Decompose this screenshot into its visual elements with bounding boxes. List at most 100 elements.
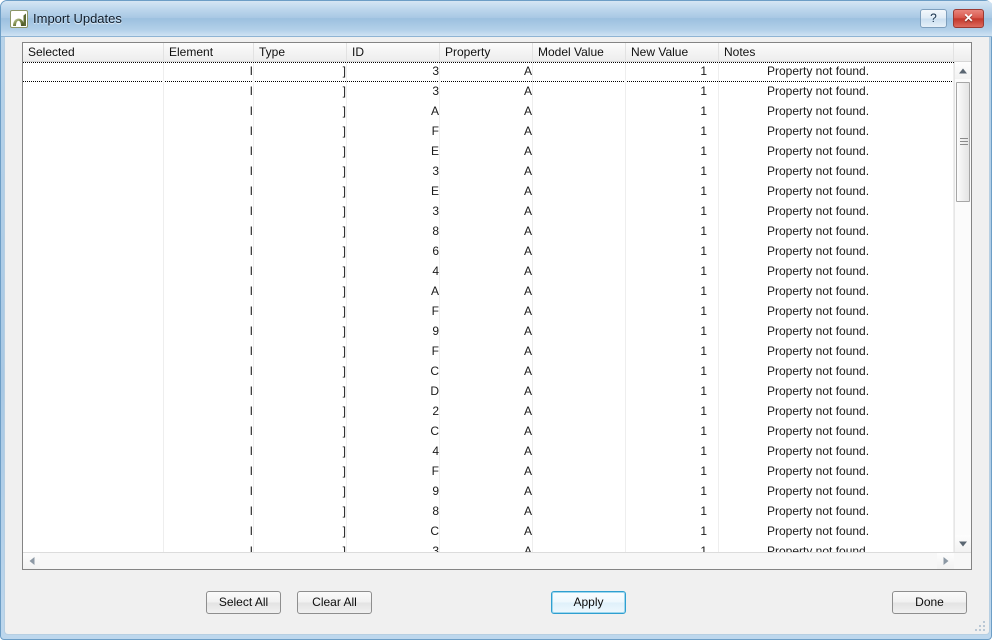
table-row[interactable]: I[EA1Property not found.: [23, 182, 954, 202]
cell-model_value[interactable]: [533, 222, 626, 242]
cell-element[interactable]: I: [164, 462, 254, 482]
vertical-scrollbar-thumb[interactable]: [956, 82, 970, 202]
cell-selected[interactable]: [23, 322, 164, 342]
cell-property[interactable]: A: [440, 542, 533, 552]
cell-id[interactable]: C: [347, 422, 440, 442]
scroll-right-arrow-icon[interactable]: [937, 553, 954, 569]
cell-new_value[interactable]: 1: [626, 402, 719, 422]
cell-selected[interactable]: [23, 442, 164, 462]
table-row[interactable]: I[EA1Property not found.: [23, 142, 954, 162]
cell-element[interactable]: I: [164, 142, 254, 162]
cell-property[interactable]: A: [440, 382, 533, 402]
table-row[interactable]: I[3A1Property not found.: [23, 162, 954, 182]
cell-element[interactable]: I: [164, 182, 254, 202]
cell-element[interactable]: I: [164, 442, 254, 462]
cell-new_value[interactable]: 1: [626, 442, 719, 462]
cell-property[interactable]: A: [440, 262, 533, 282]
cell-new_value[interactable]: 1: [626, 342, 719, 362]
cell-selected[interactable]: [23, 262, 164, 282]
cell-notes[interactable]: Property not found.: [719, 302, 954, 322]
grid-body[interactable]: I[3A1Property not found. I[3A1Property no…: [23, 62, 954, 552]
cell-id[interactable]: 8: [347, 222, 440, 242]
table-row[interactable]: I[3A1Property not found.: [23, 542, 954, 552]
cell-model_value[interactable]: [533, 102, 626, 122]
cell-new_value[interactable]: 1: [626, 382, 719, 402]
cell-property[interactable]: A: [440, 82, 533, 102]
cell-new_value[interactable]: 1: [626, 63, 719, 83]
grid-header-property[interactable]: Property: [440, 43, 533, 62]
cell-notes[interactable]: Property not found.: [719, 362, 954, 382]
cell-element[interactable]: I: [164, 162, 254, 182]
cell-id[interactable]: F: [347, 342, 440, 362]
table-row[interactable]: I[FA1Property not found.: [23, 122, 954, 142]
cell-notes[interactable]: Property not found.: [719, 242, 954, 262]
grid-header-new_value[interactable]: New Value: [626, 43, 719, 62]
cell-selected[interactable]: [23, 362, 164, 382]
cell-model_value[interactable]: [533, 402, 626, 422]
help-button[interactable]: ?: [920, 9, 947, 28]
cell-selected[interactable]: [23, 382, 164, 402]
cell-id[interactable]: 2: [347, 402, 440, 422]
cell-selected[interactable]: [23, 142, 164, 162]
cell-property[interactable]: A: [440, 182, 533, 202]
table-row[interactable]: I[FA1Property not found.: [23, 342, 954, 362]
table-row[interactable]: I[8A1Property not found.: [23, 502, 954, 522]
vertical-scrollbar[interactable]: [954, 62, 971, 552]
cell-new_value[interactable]: 1: [626, 302, 719, 322]
cell-element[interactable]: I: [164, 422, 254, 442]
table-row[interactable]: I[DA1Property not found.: [23, 382, 954, 402]
cell-element[interactable]: I: [164, 102, 254, 122]
cell-property[interactable]: A: [440, 242, 533, 262]
cell-id[interactable]: C: [347, 522, 440, 542]
cell-notes[interactable]: Property not found.: [719, 142, 954, 162]
cell-element[interactable]: I: [164, 82, 254, 102]
cell-new_value[interactable]: 1: [626, 202, 719, 222]
cell-new_value[interactable]: 1: [626, 182, 719, 202]
cell-selected[interactable]: [23, 422, 164, 442]
table-row[interactable]: I[2A1Property not found.: [23, 402, 954, 422]
cell-selected[interactable]: [23, 63, 164, 83]
apply-button[interactable]: Apply: [551, 591, 626, 614]
cell-selected[interactable]: [23, 282, 164, 302]
cell-type[interactable]: [: [254, 342, 347, 362]
cell-type[interactable]: [: [254, 202, 347, 222]
cell-model_value[interactable]: [533, 422, 626, 442]
cell-id[interactable]: 8: [347, 502, 440, 522]
cell-selected[interactable]: [23, 302, 164, 322]
cell-selected[interactable]: [23, 202, 164, 222]
import-updates-grid[interactable]: SelectedElementTypeIDPropertyModel Value…: [22, 42, 972, 570]
table-row[interactable]: I[FA1Property not found.: [23, 462, 954, 482]
cell-property[interactable]: A: [440, 482, 533, 502]
cell-type[interactable]: [: [254, 362, 347, 382]
cell-id[interactable]: A: [347, 282, 440, 302]
cell-model_value[interactable]: [533, 63, 626, 83]
cell-id[interactable]: E: [347, 142, 440, 162]
cell-type[interactable]: [: [254, 442, 347, 462]
cell-selected[interactable]: [23, 542, 164, 552]
cell-element[interactable]: I: [164, 342, 254, 362]
grid-header-selected[interactable]: Selected: [23, 43, 164, 62]
cell-element[interactable]: I: [164, 382, 254, 402]
done-button[interactable]: Done: [892, 591, 967, 614]
cell-model_value[interactable]: [533, 122, 626, 142]
cell-notes[interactable]: Property not found.: [719, 102, 954, 122]
cell-element[interactable]: I: [164, 502, 254, 522]
cell-type[interactable]: [: [254, 162, 347, 182]
cell-new_value[interactable]: 1: [626, 322, 719, 342]
cell-new_value[interactable]: 1: [626, 522, 719, 542]
cell-selected[interactable]: [23, 182, 164, 202]
cell-id[interactable]: 9: [347, 482, 440, 502]
cell-id[interactable]: F: [347, 302, 440, 322]
cell-property[interactable]: A: [440, 302, 533, 322]
cell-model_value[interactable]: [533, 142, 626, 162]
cell-notes[interactable]: Property not found.: [719, 182, 954, 202]
cell-type[interactable]: [: [254, 542, 347, 552]
cell-type[interactable]: [: [254, 502, 347, 522]
cell-id[interactable]: C: [347, 362, 440, 382]
cell-selected[interactable]: [23, 402, 164, 422]
resize-grip-icon[interactable]: [973, 619, 985, 631]
cell-model_value[interactable]: [533, 462, 626, 482]
cell-notes[interactable]: Property not found.: [719, 322, 954, 342]
cell-type[interactable]: [: [254, 522, 347, 542]
cell-element[interactable]: I: [164, 282, 254, 302]
